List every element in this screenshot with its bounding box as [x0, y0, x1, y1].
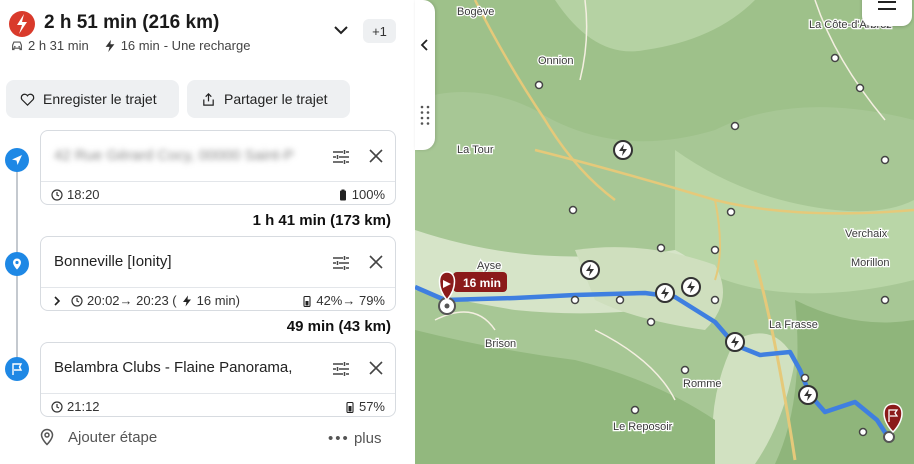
origin-address[interactable]: 42 Rue Gérard Cocy, 00000 Saint-P [54, 147, 324, 164]
charger-time-range: 20:02→ 20:23 ( [87, 293, 177, 308]
share-icon [203, 92, 214, 106]
extra-routes-badge[interactable]: +1 [363, 19, 396, 43]
more-dots-icon: ••• [328, 430, 350, 447]
map-label-le-reposoir: Le Reposoir [613, 421, 673, 433]
charger-address[interactable]: Bonneville [Ionity] [54, 253, 324, 270]
bolt-icon [105, 39, 115, 52]
share-route-button[interactable]: Partager le trajet [187, 80, 350, 118]
map-label-la-tour: La Tour [457, 144, 494, 156]
battery-icon [346, 401, 354, 413]
settings-sliders-icon[interactable] [331, 359, 351, 379]
map-label-onnion: Onnion [538, 55, 573, 67]
add-stop-label: Ajouter étape [68, 428, 158, 446]
map-label-romme: Romme [683, 378, 722, 390]
settings-sliders-icon[interactable] [331, 147, 351, 167]
map-label-verchaix: Verchaix [845, 228, 888, 240]
route-summary-title: 2 h 51 min (216 km) [44, 12, 220, 33]
map-label-morillon: Morillon [851, 257, 890, 269]
stop-card-origin[interactable]: 42 Rue Gérard Cocy, 00000 Saint-P 18:20 … [40, 130, 396, 205]
clock-icon [51, 188, 63, 201]
settings-sliders-icon[interactable] [331, 253, 351, 273]
app-logo-icon [9, 11, 35, 37]
map-label-ayse: Ayse [477, 260, 501, 272]
origin-departure-time: 18:20 [67, 187, 100, 202]
stop-card-destination[interactable]: Belambra Clubs - Flaine Panorama, 21:12 … [40, 342, 396, 417]
segment-1-duration: 1 h 41 min (173 km) [252, 212, 391, 229]
map-label-bogeve: Bogève [457, 6, 494, 18]
chevron-down-icon[interactable] [331, 20, 351, 40]
share-route-label: Partager le trajet [224, 91, 328, 107]
more-options-button[interactable]: ••• plus [328, 430, 381, 447]
close-icon[interactable] [367, 253, 385, 271]
hamburger-menu-icon [878, 1, 896, 10]
chevron-left-icon[interactable] [418, 38, 432, 52]
add-stop-button[interactable]: Ajouter étape [38, 428, 157, 446]
destination-flag-icon [5, 357, 29, 381]
battery-icon [303, 295, 311, 307]
clock-icon [71, 294, 83, 307]
route-panel: 2 h 51 min (216 km) 2 h 31 min 16 min - … [0, 0, 415, 464]
stop-card-destination-foot: 21:12 57% [41, 393, 395, 417]
car-icon [12, 40, 22, 50]
more-label: plus [353, 430, 382, 447]
stop-card-destination-main: Belambra Clubs - Flaine Panorama, [41, 343, 395, 393]
menu-button[interactable] [862, 0, 912, 26]
waypoint-pin-icon [5, 252, 29, 276]
map-canvas[interactable]: Bogève Onnion La Tour Ayse Brison Romme … [415, 0, 914, 464]
charger-battery-range: 42%→ 79% [316, 293, 385, 308]
drag-handle-icon[interactable] [419, 104, 431, 126]
close-icon[interactable] [367, 359, 385, 377]
destination-address[interactable]: Belambra Clubs - Flaine Panorama, [54, 359, 324, 376]
heart-icon [20, 93, 35, 106]
drive-time: 2 h 31 min [28, 38, 89, 53]
start-navigation-icon [5, 148, 29, 172]
segment-2-duration: 49 min (43 km) [286, 318, 391, 335]
clock-icon [51, 400, 63, 413]
route-subtitle: 2 h 31 min 16 min - Une recharge [10, 38, 250, 53]
close-icon[interactable] [367, 147, 385, 165]
save-route-label: Enregister le trajet [43, 91, 157, 107]
destination-battery: 57% [358, 399, 385, 414]
charge-time: 16 min [120, 38, 160, 53]
origin-battery: 100% [351, 187, 385, 202]
location-pin-icon [40, 428, 54, 446]
map-label-la-frasse: La Frasse [769, 319, 818, 331]
battery-full-icon [339, 189, 346, 200]
charger-duration: 16 min) [196, 293, 240, 308]
stop-card-charger-foot: 20:02→ 20:23 ( 16 min) 42%→ 79% [41, 287, 395, 311]
collapse-panel-tab[interactable] [415, 0, 435, 150]
charge-count: - Une recharge [163, 38, 251, 53]
save-route-button[interactable]: Enregister le trajet [6, 80, 179, 118]
destination-arrival-time: 21:12 [67, 399, 100, 414]
stop-card-charger[interactable]: Bonneville [Ionity] 20:02→ 20:23 ( 16 mi… [40, 236, 396, 311]
stop-card-origin-foot: 18:20 100% [41, 181, 395, 205]
route-map[interactable]: Bogève Onnion La Tour Ayse Brison Romme … [415, 0, 914, 464]
bolt-icon [182, 295, 191, 306]
stop-card-origin-main: 42 Rue Gérard Cocy, 00000 Saint-P [41, 131, 395, 181]
stop-card-charger-main: Bonneville [Ionity] [41, 237, 395, 287]
charge-time-badge: 16 min [463, 276, 501, 290]
map-label-brison: Brison [485, 338, 516, 350]
chevron-right-icon[interactable] [51, 295, 63, 307]
route-header: 2 h 51 min (216 km) 2 h 31 min 16 min - … [0, 0, 415, 70]
